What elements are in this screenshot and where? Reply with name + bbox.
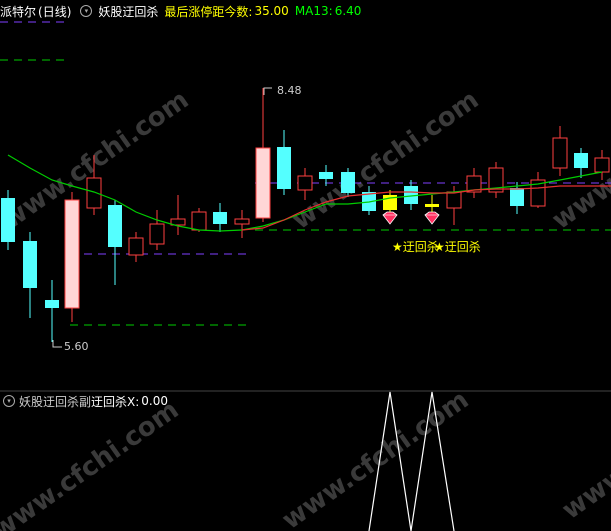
candle-down xyxy=(108,205,122,247)
candle-down xyxy=(277,147,291,189)
ma-label: MA13: xyxy=(294,4,333,18)
indicator-name[interactable]: 妖股迂回杀 xyxy=(98,3,158,20)
high-marker xyxy=(263,87,272,95)
sub-indicator-settings-icon[interactable]: ▾ xyxy=(3,395,15,407)
watermark-5: www.cfchi.com xyxy=(277,385,474,531)
candle-down xyxy=(319,172,333,179)
low-marker xyxy=(52,340,62,348)
ma-value: 6.40 xyxy=(334,4,362,18)
gem-icon xyxy=(424,211,440,225)
candle-up xyxy=(149,223,165,245)
candle-down xyxy=(510,188,524,206)
candle-up xyxy=(86,177,102,209)
candle-up xyxy=(128,237,144,256)
candle-up xyxy=(64,199,80,309)
param-value: 35.00 xyxy=(254,4,289,18)
candle-down xyxy=(213,212,227,224)
candle-down xyxy=(45,300,59,308)
star-icon: ★ xyxy=(392,240,403,254)
candle-down xyxy=(341,172,355,193)
candle-up xyxy=(255,147,271,219)
candle-up xyxy=(297,175,313,191)
signal-label-2: ★迂回杀 xyxy=(434,238,481,255)
param-label: 最后涨停距今数: xyxy=(164,4,253,19)
watermark-4: www.cfchi.com xyxy=(0,395,184,531)
candle-up xyxy=(191,211,207,231)
candle-signal xyxy=(425,204,439,207)
watermark-6: www.cfchi.com xyxy=(557,375,611,526)
period-label[interactable]: (日线) xyxy=(38,3,71,20)
watermark-1: www.cfchi.com xyxy=(0,85,194,236)
sub-param-label: 迂回杀X: xyxy=(91,394,140,409)
candle-up xyxy=(446,191,462,209)
low-price-label: 5.60 xyxy=(64,340,89,353)
stock-name[interactable]: 派特尔 xyxy=(0,3,36,20)
signal-label-1: ★迂回杀 xyxy=(392,238,439,255)
candle-down xyxy=(1,198,15,242)
candle-up xyxy=(234,218,250,225)
candle-down xyxy=(23,241,37,288)
gem-signals xyxy=(382,211,440,225)
sub-indicator-name[interactable]: 妖股迂回杀副 xyxy=(19,393,91,410)
sub-header: ▾ 妖股迂回杀副 迂回杀X: 0.00 xyxy=(0,392,168,410)
candle-up xyxy=(594,157,610,173)
watermark-layer: www.cfchi.com www.cfchi.com www.cfchi.co… xyxy=(0,85,611,531)
candle-down xyxy=(574,153,588,168)
indicator-settings-icon[interactable]: ▾ xyxy=(80,5,93,17)
main-header: 派特尔 (日线) ▾ 妖股迂回杀 最后涨停距今数: 35.00 MA13: 6.… xyxy=(0,0,367,22)
high-price-label: 8.48 xyxy=(277,84,302,97)
chart-canvas: www.cfchi.com www.cfchi.com www.cfchi.co… xyxy=(0,21,611,531)
signal-text: 迂回杀 xyxy=(444,240,481,254)
star-icon: ★ xyxy=(434,240,445,254)
gem-icon xyxy=(382,211,398,225)
candle-up xyxy=(552,137,568,169)
sub-param-value: 0.00 xyxy=(141,394,168,408)
